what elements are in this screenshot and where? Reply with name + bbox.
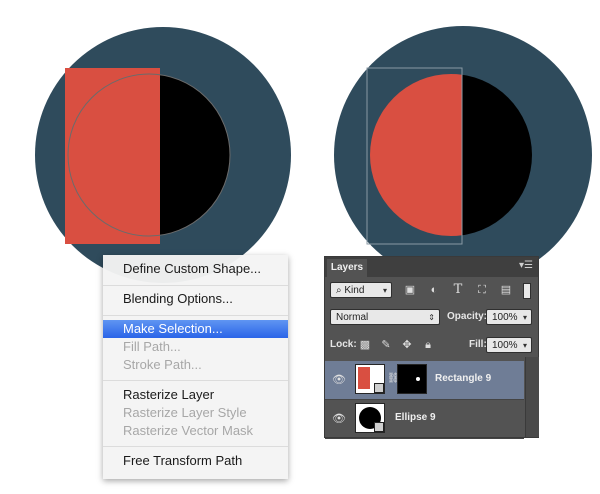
chevron-down-icon: ▾ <box>522 341 527 350</box>
left-red-rectangle <box>65 68 160 244</box>
fill-value: 100% <box>492 340 518 351</box>
shape-filter-icon[interactable]: ⛶ <box>475 283 489 297</box>
menu-item-define-custom-shape[interactable]: Define Custom Shape... <box>103 260 288 278</box>
menu-separator <box>103 380 288 381</box>
panel-menu-icon[interactable]: ▾☰ <box>519 260 533 271</box>
layer-name-rectangle-9[interactable]: Rectangle 9 <box>435 373 491 384</box>
blend-mode-dropdown[interactable]: Normal ⇕ <box>330 309 440 325</box>
chevron-down-icon: ▾ <box>382 286 387 295</box>
lock-label: Lock: <box>330 339 357 350</box>
layer-thumbnail[interactable] <box>355 403 385 433</box>
menu-item-rasterize-layer-style: Rasterize Layer Style <box>123 405 247 420</box>
type-filter-icon[interactable]: T <box>451 283 465 297</box>
filter-kind-dropdown[interactable]: ⌕ Kind ▾ <box>330 282 392 298</box>
filter-kind-value: Kind <box>344 285 365 296</box>
menu-item-rasterize-layer[interactable]: Rasterize Layer <box>103 386 288 404</box>
menu-item-rasterize-vector-mask: Rasterize Vector Mask <box>123 423 254 438</box>
menu-item-free-transform-path[interactable]: Free Transform Path <box>103 452 288 470</box>
lock-image-icon[interactable]: ✎ <box>379 338 393 352</box>
panel-tab-bar: Layers ▾☰ <box>325 257 538 277</box>
layer-row-rectangle-9[interactable]: 👁︎ ⛓︎ Rectangle 9 <box>325 361 524 400</box>
layer-thumbnail[interactable] <box>355 364 385 394</box>
vector-mask-thumbnail[interactable] <box>397 364 427 394</box>
shape-layer-badge-icon <box>374 422 384 432</box>
blend-mode-value: Normal <box>336 312 369 323</box>
fill-field[interactable]: 100% ▾ <box>486 337 532 353</box>
layer-name-ellipse-9[interactable]: Ellipse 9 <box>395 412 436 423</box>
lock-transparent-icon[interactable]: ▩ <box>358 338 372 352</box>
filter-row: ⌕ Kind ▾ ▣ ◐ T ⛶ ▤ <box>325 281 538 301</box>
layers-panel: Layers ▾☰ ⌕ Kind ▾ ▣ ◐ T ⛶ ▤ Normal ⇕ Op… <box>324 256 539 439</box>
opacity-value: 100% <box>492 312 518 323</box>
visibility-eye-icon[interactable]: 👁︎ <box>331 412 347 426</box>
menu-item-stroke-path: Stroke Path... <box>123 357 202 372</box>
menu-separator <box>103 446 288 447</box>
menu-item-blending-options[interactable]: Blending Options... <box>103 290 288 308</box>
chevron-updown-icon: ⇕ <box>428 313 435 322</box>
adjustment-filter-icon[interactable]: ◐ <box>427 283 441 297</box>
shape-layer-badge-icon <box>374 383 384 393</box>
lock-all-icon[interactable]: 🔒︎ <box>421 338 435 352</box>
menu-item-fill-path: Fill Path... <box>123 339 181 354</box>
menu-separator <box>103 285 288 286</box>
layers-scrollbar[interactable] <box>525 357 539 437</box>
chevron-down-icon: ▾ <box>522 313 527 322</box>
menu-separator <box>103 315 288 316</box>
smart-object-filter-icon[interactable]: ▤ <box>499 283 513 297</box>
lock-position-icon[interactable]: ✥ <box>400 338 414 352</box>
filter-toggle[interactable] <box>523 283 531 299</box>
lock-row: Lock: ▩ ✎ ✥ 🔒︎ Fill: 100% ▾ <box>325 337 538 355</box>
visibility-eye-icon[interactable]: 👁︎ <box>331 373 347 387</box>
context-menu: Define Custom Shape... Blending Options.… <box>103 255 288 479</box>
blend-row: Normal ⇕ Opacity: 100% ▾ <box>325 309 538 327</box>
tab-layers[interactable]: Layers <box>327 259 367 277</box>
opacity-field[interactable]: 100% ▾ <box>486 309 532 325</box>
layer-row-ellipse-9[interactable]: 👁︎ Ellipse 9 <box>325 400 524 439</box>
fill-label: Fill: <box>469 339 487 350</box>
menu-item-make-selection[interactable]: Make Selection... <box>103 320 288 338</box>
opacity-label: Opacity: <box>447 311 488 322</box>
image-filter-icon[interactable]: ▣ <box>403 283 417 297</box>
